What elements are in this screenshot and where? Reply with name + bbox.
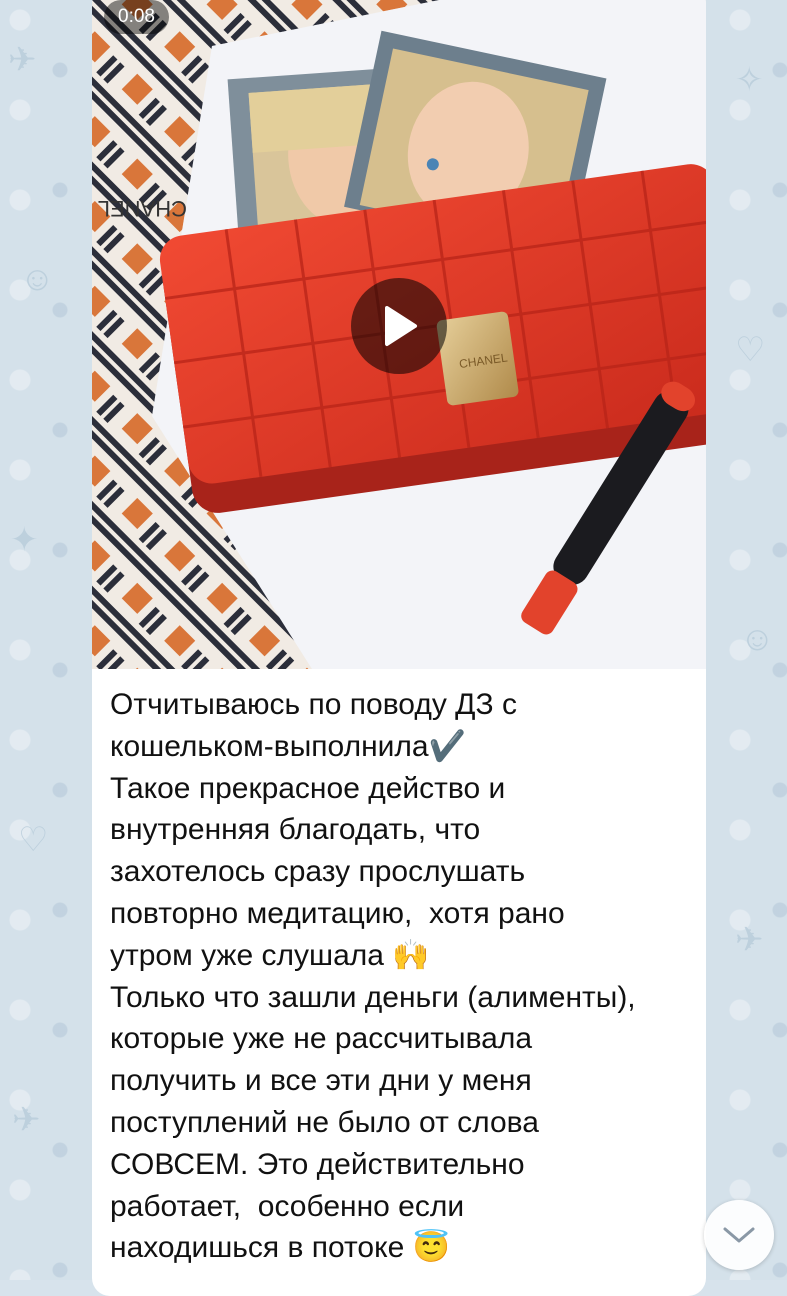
video-duration-badge: 0:08 <box>104 0 169 34</box>
chevron-down-icon <box>723 1227 755 1243</box>
heart-doodle-icon: ♡ <box>18 821 49 859</box>
play-button[interactable] <box>351 278 447 374</box>
paper-plane-icon: ✈ <box>735 921 764 959</box>
message-text: Отчитываюсь по поводу ДЗ с кошельком-вып… <box>110 688 636 1265</box>
cat-doodle-icon: ☺ <box>20 260 55 298</box>
star-doodle-icon: ✦ <box>10 521 39 559</box>
cat-doodle-icon: ☺ <box>740 620 775 658</box>
paper-plane-icon: ✈ <box>8 41 37 79</box>
star-doodle-icon: ✧ <box>735 61 764 99</box>
svg-text:CHANEL: CHANEL <box>98 196 187 221</box>
play-icon <box>385 306 417 346</box>
heart-doodle-icon: ♡ <box>735 331 766 369</box>
video-preview[interactable]: CHANEL CHANEL 0:08 <box>92 0 706 669</box>
scroll-to-bottom-button[interactable] <box>704 1200 774 1270</box>
paper-plane-icon: ✈ <box>12 1101 41 1139</box>
message-bubble: CHANEL CHANEL 0:08 Отчитываюсь по поводу… <box>92 0 706 1296</box>
